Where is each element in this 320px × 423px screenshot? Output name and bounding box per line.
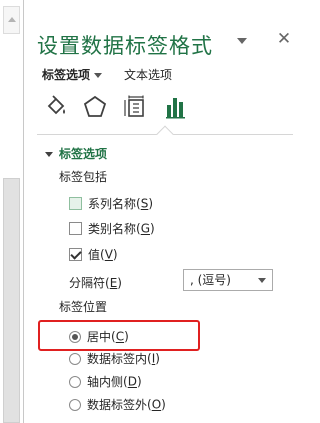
label-position-heading: 标签位置	[59, 300, 108, 314]
outside-end-radio[interactable]	[69, 398, 81, 411]
tab-text-options[interactable]: 文本选项	[124, 66, 172, 83]
label-contains-heading: 标签包括	[59, 170, 108, 184]
pane-options-dropdown-icon[interactable]	[235, 36, 249, 46]
radio-center[interactable]: 居中(C)	[69, 328, 129, 346]
pentagon-effects-icon[interactable]	[82, 94, 108, 120]
close-icon[interactable]: ✕	[275, 28, 293, 50]
size-properties-icon[interactable]	[123, 94, 149, 120]
chevron-down-icon[interactable]	[94, 73, 103, 78]
checkbox-category-name[interactable]: 类别名称(G)	[69, 220, 155, 238]
radio-inside-base[interactable]: 轴内侧(D)	[69, 373, 142, 391]
chevron-down-icon[interactable]	[258, 278, 266, 283]
tab-label-options[interactable]: 标签选项	[42, 66, 103, 83]
checkbox-series-name[interactable]: 系列名称(S)	[69, 195, 153, 213]
value-checkbox[interactable]	[69, 248, 82, 261]
center-radio[interactable]	[69, 330, 81, 343]
active-category-indicator	[156, 125, 174, 143]
section-header-label-options[interactable]: 标签选项	[45, 145, 107, 162]
separator-select[interactable]: , (逗号)	[183, 269, 273, 291]
paint-bucket-icon[interactable]	[43, 94, 69, 120]
category-name-checkbox[interactable]	[69, 222, 82, 235]
separator-select-value: , (逗号)	[190, 273, 231, 287]
series-name-checkbox[interactable]	[69, 197, 82, 210]
pane-title: 设置数据标签格式	[37, 34, 213, 58]
tab-label-options-text: 标签选项	[42, 68, 91, 82]
vertical-scrollbar-thumb[interactable]	[3, 178, 20, 423]
radio-outside-end[interactable]: 数据标签外(O)	[69, 396, 166, 414]
format-data-labels-pane: 设置数据标签格式 ✕ 标签选项 文本选项 标签选项 标签包括 系列名称(S) 类…	[25, 0, 308, 423]
bar-chart-options-icon[interactable]	[163, 94, 189, 120]
inside-end-radio[interactable]	[69, 352, 81, 365]
separator-label: 分隔符(E)	[69, 276, 122, 290]
inside-base-radio[interactable]	[69, 375, 81, 388]
worksheet-edge	[0, 0, 24, 423]
category-icon-row	[37, 94, 297, 124]
scroll-up-button[interactable]	[3, 6, 20, 34]
collapse-triangle-icon[interactable]	[45, 152, 53, 157]
checkbox-value[interactable]: 值(V)	[69, 246, 118, 264]
radio-inside-end[interactable]: 数据标签内(I)	[69, 350, 160, 368]
